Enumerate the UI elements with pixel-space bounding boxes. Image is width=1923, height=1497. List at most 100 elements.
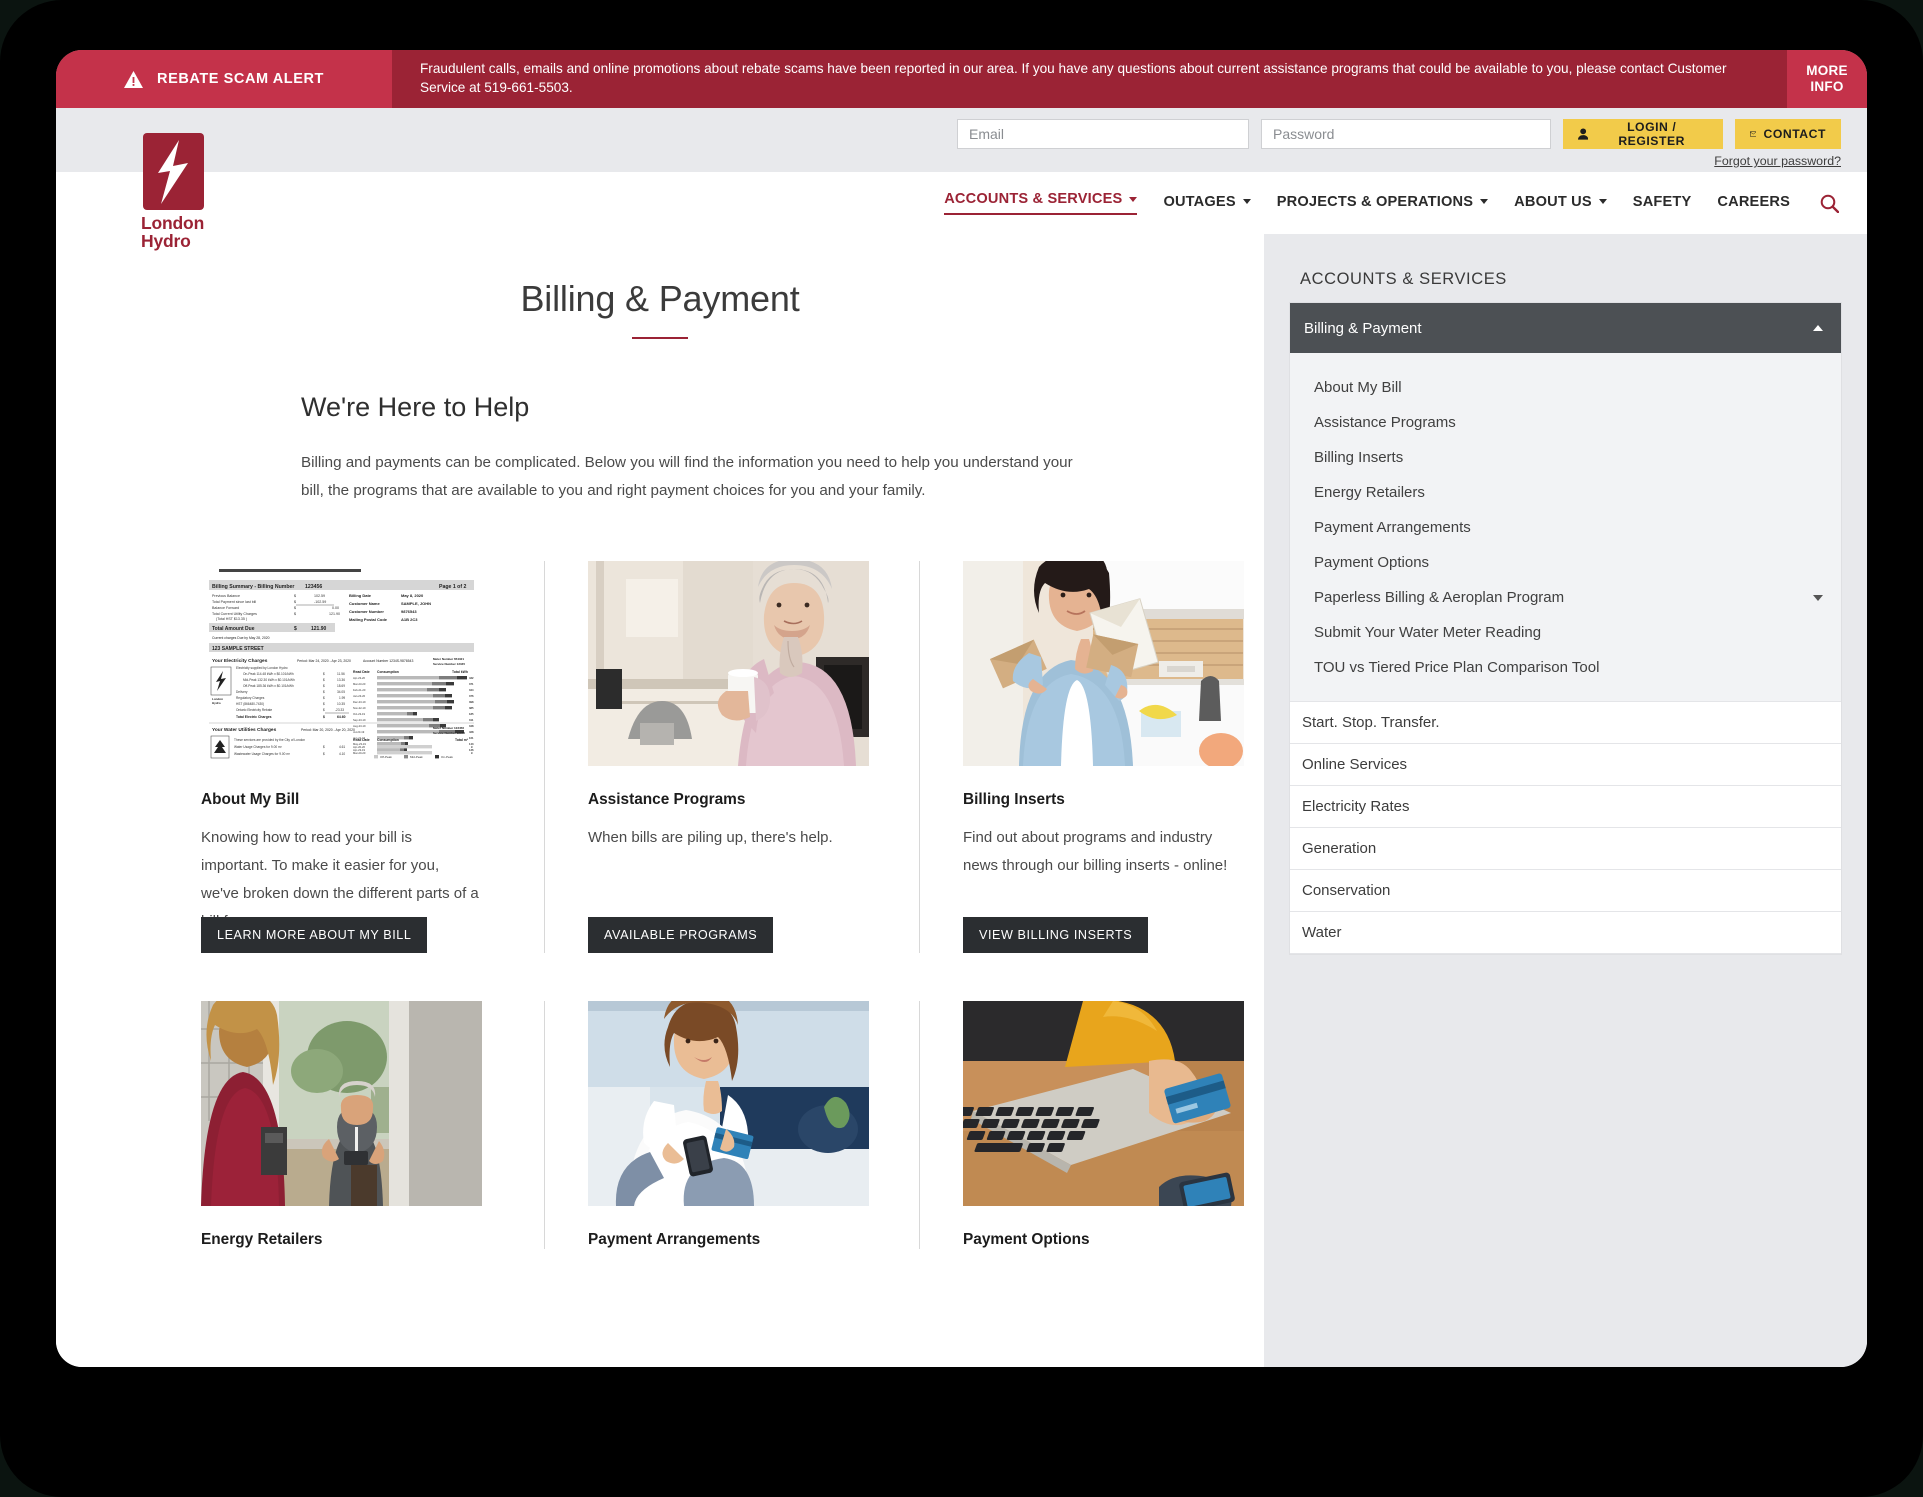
sidebar-item-billing-inserts[interactable]: Billing Inserts xyxy=(1290,440,1841,475)
svg-text:13.36: 13.36 xyxy=(337,678,345,682)
svg-text:Read Date: Read Date xyxy=(353,738,370,742)
svg-text:311: 311 xyxy=(469,718,474,722)
card-row-1: Billing Summary - Billing Number 123456 … xyxy=(201,561,1244,954)
svg-text:123 SAMPLE STREET: 123 SAMPLE STREET xyxy=(212,646,264,652)
forgot-password-link[interactable]: Forgot your password? xyxy=(1714,154,1841,168)
sidebar-item-water[interactable]: Water xyxy=(1290,911,1841,953)
svg-text:Previous Balance: Previous Balance xyxy=(212,594,240,598)
sidebar-item-payment-arrangements[interactable]: Payment Arrangements xyxy=(1290,510,1841,545)
login-form: LOGIN / REGISTER CONTACT xyxy=(957,119,1841,149)
svg-text:Dec-23-19: Dec-23-19 xyxy=(353,700,366,704)
sidebar-item-conservation[interactable]: Conservation xyxy=(1290,869,1841,911)
card-title: Payment Arrangements xyxy=(588,1231,761,1249)
sidebar-item-electricity-rates[interactable]: Electricity Rates xyxy=(1290,785,1841,827)
sidebar-accordion-label: Billing & Payment xyxy=(1304,319,1422,337)
sidebar-item-label: About My Bill xyxy=(1314,379,1402,396)
nav-item-careers[interactable]: CAREERS xyxy=(1717,194,1790,213)
main-content: Billing & Payment We're Here to Help Bil… xyxy=(56,234,1264,1367)
svg-text:Total Electric Charges: Total Electric Charges xyxy=(236,715,272,719)
main-navigation: ACCOUNTS & SERVICES OUTAGES PROJECTS & O… xyxy=(56,172,1867,234)
page-body: Billing & Payment We're Here to Help Bil… xyxy=(56,234,1867,1367)
london-hydro-logo[interactable]: London Hydro xyxy=(141,133,237,251)
card-title: Energy Retailers xyxy=(201,1231,323,1249)
svg-text:Your Water Utilities Charges: Your Water Utilities Charges xyxy=(212,727,277,733)
svg-text:Total Amount Due: Total Amount Due xyxy=(212,626,255,632)
available-programs-button[interactable]: AVAILABLE PROGRAMS xyxy=(588,917,774,954)
scam-alert-banner: REBATE SCAM ALERT Fraudulent calls, emai… xyxy=(56,50,1867,108)
email-field[interactable] xyxy=(957,119,1249,149)
nav-item-about-us[interactable]: ABOUT US xyxy=(1514,194,1607,213)
svg-text:Current charges Due by May 28,: Current charges Due by May 28, 2020 xyxy=(212,636,270,640)
svg-text:Delivery: Delivery xyxy=(236,690,248,694)
card-title: Payment Options xyxy=(963,1231,1090,1249)
svg-text:$: $ xyxy=(294,612,296,616)
sidebar-item-online-services[interactable]: Online Services xyxy=(1290,743,1841,785)
nav-item-safety[interactable]: SAFETY xyxy=(1633,194,1692,213)
sidebar-item-paperless-billing-aeroplan[interactable]: Paperless Billing & Aeroplan Program xyxy=(1290,580,1841,615)
sidebar-item-label: Paperless Billing & Aeroplan Program xyxy=(1314,589,1565,606)
sidebar-item-submit-water-meter-reading[interactable]: Submit Your Water Meter Reading xyxy=(1290,615,1841,650)
sidebar-item-payment-options[interactable]: Payment Options xyxy=(1290,545,1841,580)
card-title: Assistance Programs xyxy=(588,791,746,809)
sidebar-item-tou-vs-tiered-tool[interactable]: TOU vs Tiered Price Plan Comparison Tool xyxy=(1290,650,1841,685)
svg-text:On-Peak 114.48 kWh x $0.101/kW: On-Peak 114.48 kWh x $0.101/kWh xyxy=(243,672,294,676)
svg-text:4.61: 4.61 xyxy=(339,745,345,749)
svg-text:Account Number 1234S-9876543: Account Number 1234S-9876543 xyxy=(363,659,413,663)
sidebar-submenu: About My Bill Assistance Programs Billin… xyxy=(1290,353,1841,701)
doorstep-salesperson-image xyxy=(201,1001,482,1207)
sidebar-item-assistance-programs[interactable]: Assistance Programs xyxy=(1290,405,1841,440)
sidebar-item-about-my-bill[interactable]: About My Bill xyxy=(1290,370,1841,405)
svg-text:-23.33: -23.33 xyxy=(335,708,344,712)
card-text: When bills are piling up, there's help. xyxy=(588,829,833,847)
contact-button[interactable]: CONTACT xyxy=(1735,119,1841,149)
nav-label: ABOUT US xyxy=(1514,193,1592,210)
nav-label: OUTAGES xyxy=(1163,193,1236,210)
nav-item-accounts-services[interactable]: ACCOUNTS & SERVICES xyxy=(944,191,1138,215)
woman-opening-mail-image xyxy=(963,561,1244,767)
svg-text:428: 428 xyxy=(469,730,474,734)
svg-text:Off-Peak 185.36 kWh x $0.101/k: Off-Peak 185.36 kWh x $0.101/kWh xyxy=(243,684,294,688)
nav-item-projects-operations[interactable]: PROJECTS & OPERATIONS xyxy=(1277,194,1489,213)
svg-text:$: $ xyxy=(294,600,296,604)
more-info-line1: MORE xyxy=(1806,62,1848,78)
svg-text:May 8, 2020: May 8, 2020 xyxy=(401,593,424,598)
title-underline xyxy=(632,337,688,339)
lightning-bolt-icon xyxy=(143,133,204,210)
svg-text:-102.59: -102.59 xyxy=(314,600,326,604)
login-register-button[interactable]: LOGIN / REGISTER xyxy=(1563,119,1723,149)
nav-item-outages[interactable]: OUTAGES xyxy=(1163,193,1251,213)
browser-page: REBATE SCAM ALERT Fraudulent calls, emai… xyxy=(56,50,1867,1367)
svg-text:$: $ xyxy=(323,672,325,676)
svg-text:$: $ xyxy=(323,708,325,712)
search-icon[interactable] xyxy=(1820,194,1839,213)
svg-text:$: $ xyxy=(323,678,325,682)
svg-text:$: $ xyxy=(323,752,325,756)
card-payment-arrangements: Payment Arrangements xyxy=(544,1001,919,1250)
svg-text:Period: Mar 20, 2020 - Apr 20,: Period: Mar 20, 2020 - Apr 20, 2020 xyxy=(301,728,355,732)
view-billing-inserts-button[interactable]: VIEW BILLING INSERTS xyxy=(963,917,1149,954)
sidebar-item-energy-retailers[interactable]: Energy Retailers xyxy=(1290,475,1841,510)
sidebar: ACCOUNTS & SERVICES Billing & Payment Ab… xyxy=(1264,234,1867,1367)
sidebar-accordion-billing-payment[interactable]: Billing & Payment xyxy=(1290,303,1841,353)
svg-text:Oct-23-19: Oct-23-19 xyxy=(353,712,365,716)
laptop-credit-card-payment-image xyxy=(963,1001,1244,1207)
svg-text:11.56: 11.56 xyxy=(337,672,345,676)
svg-text:121.90: 121.90 xyxy=(311,626,327,632)
alert-tag-label: REBATE SCAM ALERT xyxy=(157,71,324,87)
chevron-down-icon xyxy=(1813,594,1823,601)
sidebar-item-generation[interactable]: Generation xyxy=(1290,827,1841,869)
more-info-button[interactable]: MORE INFO xyxy=(1787,50,1867,108)
password-field[interactable] xyxy=(1261,119,1551,149)
card-energy-retailers: Energy Retailers xyxy=(201,1001,544,1249)
chevron-down-icon xyxy=(1242,199,1251,204)
sidebar-item-start-stop-transfer[interactable]: Start. Stop. Transfer. xyxy=(1290,701,1841,743)
svg-text:Meter Number 654321: Meter Number 654321 xyxy=(433,657,464,661)
user-icon xyxy=(1578,128,1589,140)
chevron-down-icon xyxy=(1480,199,1489,204)
alert-message: Fraudulent calls, emails and online prom… xyxy=(420,61,1727,96)
svg-text:Mar-20-20: Mar-20-20 xyxy=(353,751,366,755)
warning-triangle-icon xyxy=(124,70,144,88)
svg-text:Consumption: Consumption xyxy=(377,738,399,742)
svg-text:10.35: 10.35 xyxy=(337,702,345,706)
learn-more-about-my-bill-button[interactable]: LEARN MORE ABOUT MY BILL xyxy=(201,917,428,954)
